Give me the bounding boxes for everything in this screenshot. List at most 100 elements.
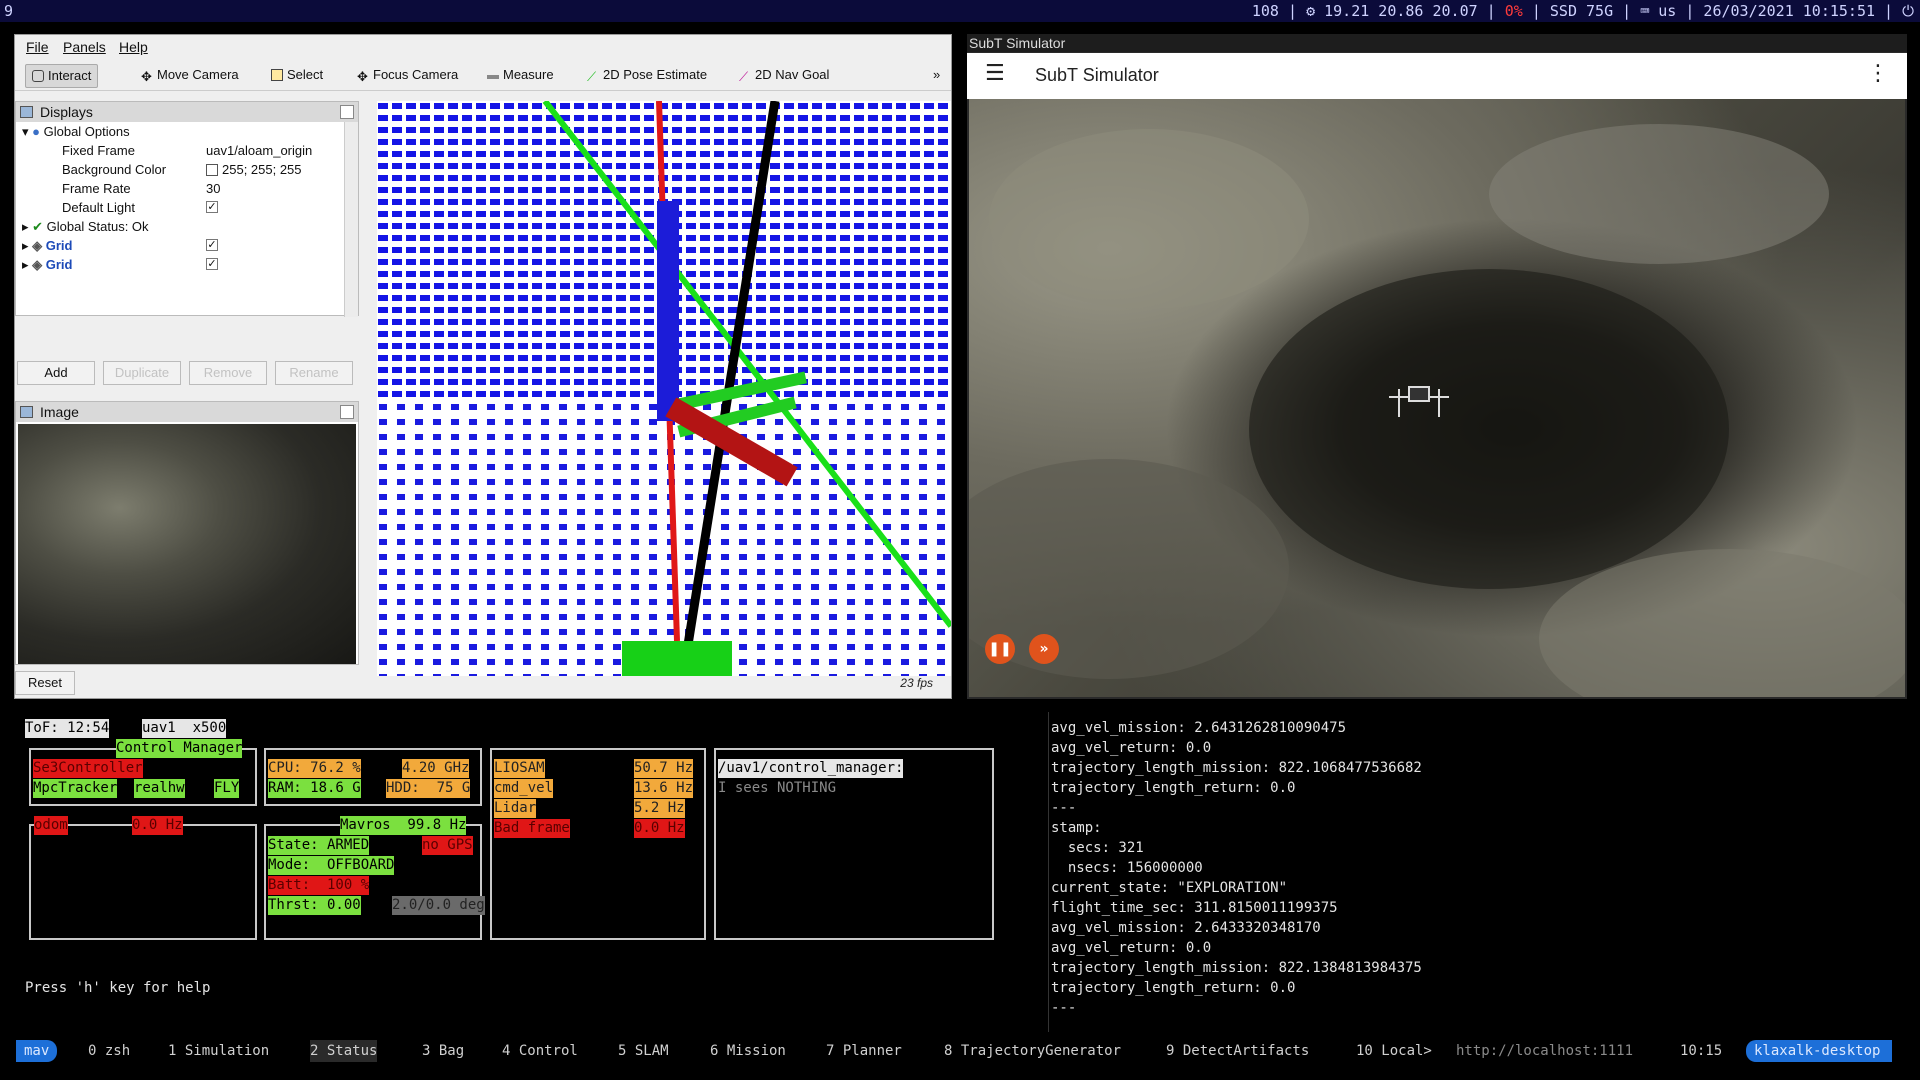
loam-rate: 50.7 Hz <box>634 759 694 778</box>
fixed-frame-value[interactable]: uav1/aloam_origin <box>206 141 312 160</box>
cpu-status: CPU: 76.2 % <box>268 759 361 778</box>
tool-focus-camera[interactable]: ✥ Focus Camera <box>351 64 464 88</box>
tree-global-options[interactable]: ▾ ● Global Options <box>22 122 130 141</box>
globe-icon: ● <box>32 124 44 139</box>
tree-grid-1[interactable]: ▸ ◈ Grid <box>22 236 72 255</box>
nav-arrow-icon: ⟋ <box>739 69 749 84</box>
focus-icon: ✥ <box>357 69 368 84</box>
log-line: trajectory_length_return: 0.0 <box>1051 780 1296 796</box>
log-line: trajectory_length_return: 0.0 <box>1051 980 1296 996</box>
tmux-window-8[interactable]: 8 TrajectoryGenerator <box>944 1040 1121 1062</box>
tmux-window-2[interactable]: 2 Status <box>310 1040 378 1062</box>
expand-arrow-icon[interactable]: ▸ <box>22 238 32 253</box>
tree-grid-2[interactable]: ▸ ◈ Grid <box>22 255 72 274</box>
fixed-frame-label: Fixed Frame <box>62 143 135 158</box>
displays-scrollbar[interactable] <box>344 122 358 317</box>
expand-arrow-icon[interactable]: ▸ <box>22 219 32 234</box>
power-icon[interactable]: ⏻ <box>1893 2 1914 20</box>
workspace-number[interactable]: 9 <box>4 0 13 22</box>
cmd-vel-status: cmd_vel <box>494 779 554 798</box>
tool-bar: Interact ✥ Move Camera Select ✥ Focus Came… <box>15 59 951 91</box>
pointcloud-render <box>377 101 951 676</box>
panel-close-box[interactable] <box>340 405 354 419</box>
color-swatch[interactable] <box>206 164 218 176</box>
uav-label: uav1 x500 <box>142 719 227 738</box>
hamburger-menu-icon[interactable]: ☰ <box>985 63 1005 85</box>
tmux-window-4[interactable]: 4 Control <box>502 1040 578 1062</box>
tmux-window-10[interactable]: 10 Local> <box>1356 1040 1432 1062</box>
background-color-value[interactable]: 255; 255; 255 <box>206 160 302 179</box>
menu-panels[interactable]: Panels <box>63 39 106 55</box>
move-icon: ✥ <box>141 69 152 84</box>
help-hint: Press 'h' key for help <box>25 980 211 996</box>
monitor-icon <box>20 106 33 118</box>
cpu-freq: 4.20 GHz <box>402 759 470 778</box>
grid-2-checkbox[interactable]: ✓ <box>206 258 218 270</box>
mode-status: Mode: OFFBOARD <box>268 856 395 875</box>
tool-move-camera[interactable]: ✥ Move Camera <box>135 64 245 88</box>
tmux-terminal[interactable]: ToF: 12:54 uav1 x500 Control Manager Se3… <box>14 712 1907 1050</box>
tool-measure[interactable]: Measure <box>481 64 560 88</box>
tof-label: ToF: 12:54 <box>25 719 110 738</box>
keyboard-icon: ⌨ <box>1640 2 1659 20</box>
mavros-rate: Mavros 99.8 Hz <box>340 816 467 835</box>
tool-interact[interactable]: Interact <box>25 64 99 88</box>
tmux-window-7[interactable]: 7 Planner <box>826 1040 902 1062</box>
background-color-label: Background Color <box>62 162 167 177</box>
system-status: 108 | ⚙ 19.21 20.86 20.07 | 0% | SSD 75G… <box>1251 2 1914 20</box>
tool-2d-nav-goal[interactable]: ⟋ 2D Nav Goal <box>733 64 835 88</box>
tool-select[interactable]: Select <box>265 64 329 88</box>
tmux-time: 10:15 <box>1680 1043 1723 1059</box>
remove-button[interactable]: Remove <box>189 361 267 385</box>
frame-rate-label: Frame Rate <box>62 181 131 196</box>
rename-button[interactable]: Rename <box>275 361 353 385</box>
fps-counter: 23 fps <box>900 676 933 690</box>
duplicate-button[interactable]: Duplicate <box>103 361 181 385</box>
tmux-window-9[interactable]: 9 DetectArtifacts <box>1166 1040 1309 1062</box>
odom-box <box>29 824 257 940</box>
tmux-session[interactable]: mav <box>16 1040 58 1062</box>
reset-button[interactable]: Reset <box>15 671 75 695</box>
hand-icon <box>32 70 44 82</box>
simulator-3d-view[interactable]: ❚❚ » <box>929 99 1919 729</box>
log-line: trajectory_length_mission: 822.138481398… <box>1051 960 1422 976</box>
tmux-window-0[interactable]: 0 zsh <box>88 1040 130 1062</box>
rviz-3d-view[interactable] <box>377 101 951 676</box>
toolbar-more-icon[interactable]: » <box>933 64 940 88</box>
tmux-status-bar: mav 0 zsh 1 Simulation 2 Status 3 Bag 4 … <box>14 1040 1907 1062</box>
menu-help[interactable]: Help <box>119 39 148 55</box>
top-status-bar: 9 108 | ⚙ 19.21 20.86 20.07 | 0% | SSD 7… <box>0 0 1920 22</box>
tmux-window-6[interactable]: 6 Mission <box>710 1040 786 1062</box>
more-vert-icon[interactable]: ⋮ <box>1867 63 1889 85</box>
menu-file[interactable]: File <box>26 39 49 55</box>
grid-1-checkbox[interactable]: ✓ <box>206 239 218 251</box>
ram-status: RAM: 18.6 G <box>268 779 361 798</box>
log-line: flight_time_sec: 311.8150011199375 <box>1051 900 1338 916</box>
pause-button[interactable]: ❚❚ <box>985 634 1015 664</box>
tmux-window-3[interactable]: 3 Bag <box>422 1040 464 1062</box>
add-button[interactable]: Add <box>17 361 95 385</box>
gps-status: no GPS <box>422 836 473 855</box>
hdd-status: HDD: 75 G <box>386 779 471 798</box>
displays-button-row: Add Duplicate Remove Rename <box>15 359 359 387</box>
frame-rate-value[interactable]: 30 <box>206 179 220 198</box>
image-icon <box>20 406 33 418</box>
log-line: stamp: <box>1051 820 1102 836</box>
expand-arrow-icon[interactable]: ▸ <box>22 257 32 272</box>
default-light-checkbox[interactable]: ✓ <box>206 201 218 213</box>
tmux-window-5[interactable]: 5 SLAM <box>618 1040 669 1062</box>
expand-arrow-icon[interactable]: ▾ <box>22 124 32 139</box>
step-forward-button[interactable]: » <box>1029 634 1059 664</box>
bad-frame-rate: 0.0 Hz <box>634 819 685 838</box>
tree-global-status[interactable]: ▸ ✔ Global Status: Ok <box>22 217 149 236</box>
pane-divider[interactable] <box>1048 712 1049 1032</box>
log-line: avg_vel_return: 0.0 <box>1051 940 1212 956</box>
simulator-app-bar: ☰ SubT Simulator ⋮ <box>967 53 1907 99</box>
topic-name: /uav1/control_manager: <box>718 759 904 778</box>
tool-2d-pose-estimate[interactable]: ⟋ 2D Pose Estimate <box>581 64 713 88</box>
panel-close-box[interactable] <box>340 105 354 119</box>
log-line: avg_vel_return: 0.0 <box>1051 740 1212 756</box>
image-panel: Image <box>15 401 359 665</box>
tmux-window-1[interactable]: 1 Simulation <box>168 1040 269 1062</box>
topic-sub: I sees NOTHING <box>718 780 837 796</box>
